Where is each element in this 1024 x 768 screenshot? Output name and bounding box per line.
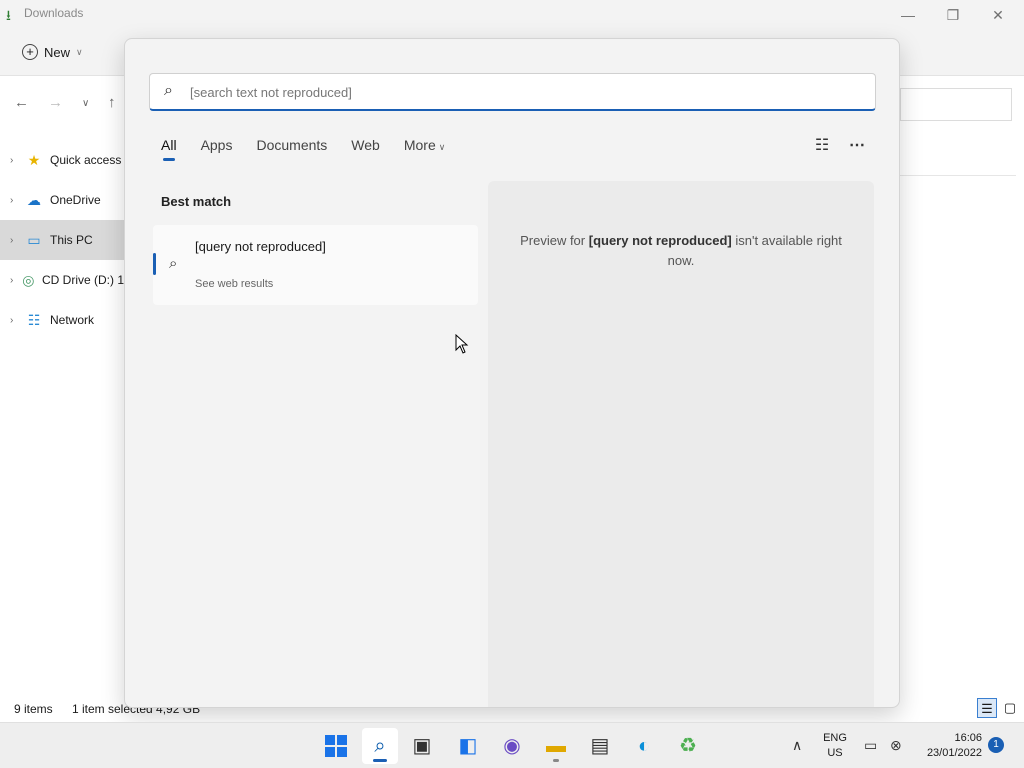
result-subtitle: See web results (195, 278, 274, 290)
search-icon[interactable]: ⌕ (362, 728, 398, 764)
teams-chat-icon[interactable]: ◉ (494, 728, 530, 764)
language-indicator[interactable]: ENG US (818, 731, 852, 761)
sidebar-item-onedrive[interactable]: › ☁ OneDrive (0, 180, 124, 220)
tab-documents[interactable]: Documents (256, 137, 327, 161)
sidebar-item-label: This PC (50, 233, 93, 247)
recent-locations-chevron-icon[interactable]: ∨ (82, 98, 89, 109)
header-divider (900, 175, 1016, 176)
sidebar-item-label: OneDrive (50, 193, 101, 207)
network-status-icon[interactable]: ▭ (864, 737, 877, 754)
sidebar-item-label: Network (50, 313, 95, 327)
expand-chevron-icon[interactable]: › (10, 195, 24, 206)
best-match-heading: Best match (161, 194, 232, 209)
share-feedback-icon[interactable]: ☷ (810, 135, 834, 159)
expand-chevron-icon[interactable]: › (10, 275, 21, 286)
taskbar: ⌕ ▣ ◧ ◉ ▬ ▤ ◐ ♻ ∧ ENG US ▭ ⊗ 16:06 23/01… (0, 722, 1024, 768)
navigation-pane: › ★ Quick access › ☁ OneDrive › ▭ This P… (0, 140, 124, 340)
search-tabs: All Apps Documents Web More ∨ (161, 137, 445, 161)
tab-more[interactable]: More ∨ (404, 137, 446, 161)
restore-button[interactable]: ❐ (941, 4, 965, 26)
details-view-icon[interactable]: ☰ (977, 698, 997, 718)
search-icon: ⌕ (169, 255, 178, 272)
search-box[interactable]: ⌕ (149, 73, 876, 111)
network-icon: ☷ (27, 311, 41, 328)
window-title: Downloads (24, 6, 84, 20)
clock[interactable]: 16:06 23/01/2022 (912, 731, 982, 761)
widgets-icon[interactable]: ◧ (450, 728, 486, 764)
sidebar-item-network[interactable]: › ☷ Network (0, 300, 124, 340)
chevron-down-icon: ∨ (76, 46, 83, 57)
expand-chevron-icon[interactable]: › (10, 315, 24, 326)
new-button-label: New (44, 44, 71, 60)
download-icon: ⭳ (6, 7, 11, 23)
tab-more-label: More (403, 137, 436, 153)
star-icon: ★ (27, 151, 41, 168)
large-icons-view-icon[interactable]: ▢ (1000, 698, 1020, 718)
sidebar-item-quick-access[interactable]: › ★ Quick access (0, 140, 124, 180)
recycle-icon[interactable]: ♻ (670, 728, 706, 764)
close-button[interactable]: ✕ (986, 4, 1010, 26)
up-arrow-icon[interactable]: ↑ (108, 94, 116, 111)
tab-apps[interactable]: Apps (201, 137, 233, 161)
best-match-result[interactable]: ⌕ [query not reproduced] See web results (153, 225, 478, 305)
explorer-titlebar: ⭳ Downloads — ❐ ✕ (0, 0, 1024, 30)
sidebar-item-label: Quick access (50, 153, 122, 167)
back-arrow-icon[interactable]: ← (14, 94, 29, 111)
item-count: 9 items (14, 702, 53, 716)
preview-message: Preview for [query not reproduced] isn't… (512, 231, 850, 271)
expand-chevron-icon[interactable]: › (10, 155, 24, 166)
preview-pane: Preview for [query not reproduced] isn't… (488, 181, 874, 707)
mouse-pointer-icon (455, 334, 469, 354)
search-flyout: ⌕ All Apps Documents Web More∨ ☷ ⋯ Best … (124, 38, 900, 708)
sidebar-item-this-pc[interactable]: › ▭ This PC (0, 220, 124, 260)
chevron-down-icon: ∨ (438, 142, 446, 152)
keyboard-layout: US (827, 747, 843, 759)
navigation-bar: ← → ∨ ↑ (0, 88, 124, 120)
more-options-icon[interactable]: ⋯ (845, 135, 869, 159)
cloud-icon: ☁ (27, 191, 41, 208)
show-hidden-icons-chevron-icon[interactable]: ∧ (792, 737, 802, 754)
expand-chevron-icon[interactable]: › (10, 235, 24, 246)
notification-badge[interactable]: 1 (988, 737, 1004, 753)
sidebar-item-label: CD Drive (D:) 1 (41, 273, 124, 287)
task-view-icon[interactable]: ▣ (404, 728, 440, 764)
tab-web[interactable]: Web (351, 137, 380, 161)
result-title: [query not reproduced] (195, 239, 326, 254)
search-input[interactable] (190, 79, 870, 105)
microsoft-store-icon[interactable]: ▤ (582, 728, 618, 764)
clock-date: 23/01/2022 (926, 747, 982, 759)
file-explorer-icon[interactable]: ▬ (538, 728, 574, 764)
search-icon: ⌕ (164, 82, 173, 99)
active-indicator (373, 759, 387, 762)
edge-icon[interactable]: ◐ (626, 728, 662, 764)
volume-muted-icon[interactable]: ⊗ (890, 737, 902, 754)
running-indicator (553, 759, 559, 762)
cd-drive-icon: ◎ (22, 271, 35, 288)
clock-time: 16:06 (954, 732, 982, 744)
start-icon[interactable] (318, 728, 354, 764)
search-explorer-field[interactable] (900, 88, 1012, 121)
plus-icon: + (22, 44, 38, 60)
sidebar-item-cd-drive[interactable]: › ◎ CD Drive (D:) 1 (0, 260, 124, 300)
forward-arrow-icon[interactable]: → (48, 94, 63, 111)
new-button[interactable]: + New ∨ (14, 39, 91, 65)
selection-indicator (153, 253, 156, 275)
preview-query: [query not reproduced] (588, 233, 732, 248)
language-code: ENG (823, 732, 847, 744)
minimize-button[interactable]: — (896, 4, 920, 26)
tab-all[interactable]: All (161, 137, 177, 161)
preview-prefix: Preview for (520, 233, 589, 248)
monitor-icon: ▭ (27, 231, 41, 248)
